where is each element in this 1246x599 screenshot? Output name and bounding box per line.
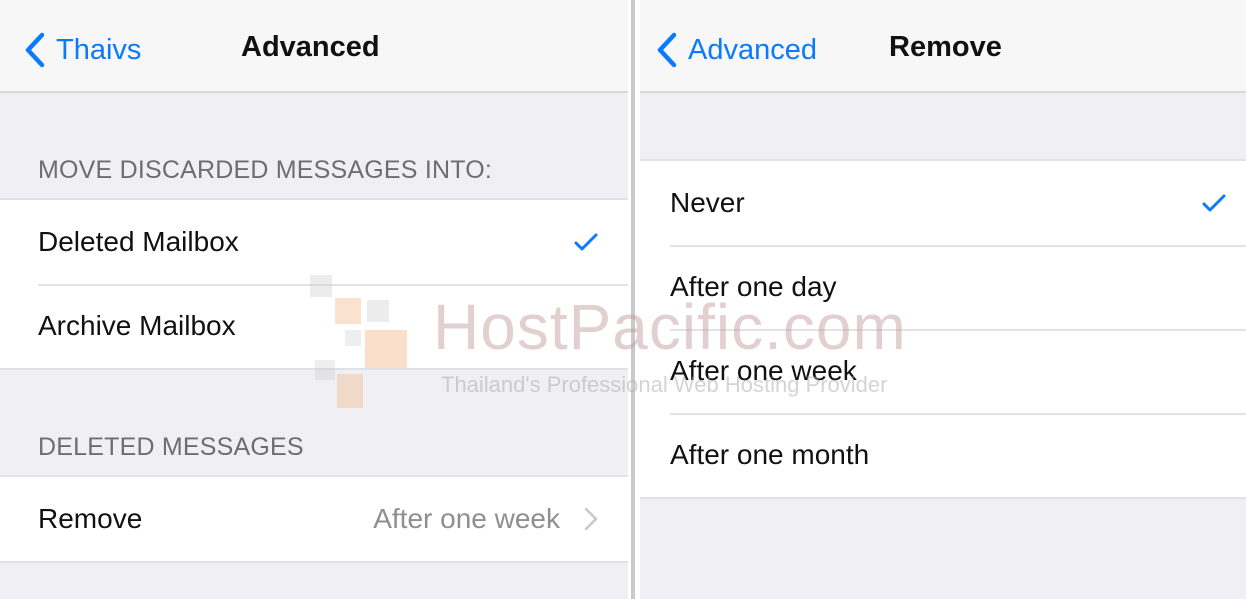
- remove-label: Remove: [38, 503, 143, 534]
- option-deleted-mailbox[interactable]: Deleted Mailbox: [0, 200, 628, 284]
- remove-value: After one week: [373, 503, 560, 534]
- back-button-label: Thaivs: [56, 33, 142, 66]
- remove-options-group: Never After one day After one week After…: [640, 159, 1246, 499]
- page-title: Remove: [889, 31, 1002, 63]
- option-label: After one month: [670, 439, 870, 470]
- option-label: Archive Mailbox: [38, 310, 236, 341]
- option-label: After one day: [670, 271, 837, 302]
- deleted-messages-group: Remove After one week: [0, 475, 628, 563]
- checkmark-icon: [574, 233, 598, 251]
- option-after-one-week[interactable]: After one week: [640, 329, 1246, 413]
- checkmark-icon: [1202, 194, 1226, 212]
- option-label: After one week: [670, 355, 857, 386]
- option-label: Deleted Mailbox: [38, 226, 239, 257]
- back-button-advanced[interactable]: Advanced: [656, 28, 817, 72]
- section-header-move-discarded: MOVE DISCARDED MESSAGES INTO:: [38, 156, 493, 184]
- screen-divider: [628, 0, 640, 599]
- remove-row[interactable]: Remove After one week: [0, 477, 628, 561]
- navigation-bar: Advanced Remove: [640, 0, 1246, 93]
- option-after-one-day[interactable]: After one day: [640, 245, 1246, 329]
- option-never[interactable]: Never: [640, 161, 1246, 245]
- option-label: Never: [670, 187, 745, 218]
- page-title: Advanced: [241, 31, 380, 63]
- navigation-bar: Thaivs Advanced: [0, 0, 628, 93]
- back-button-thaivs[interactable]: Thaivs: [24, 28, 141, 72]
- option-after-one-month[interactable]: After one month: [640, 413, 1246, 497]
- mailbox-options-group: Deleted Mailbox Archive Mailbox: [0, 198, 628, 370]
- back-button-label: Advanced: [688, 33, 817, 66]
- remove-screen: Advanced Remove Never After one day Afte…: [640, 0, 1246, 599]
- chevron-right-icon: [584, 507, 598, 531]
- chevron-left-icon: [25, 32, 45, 68]
- chevron-left-icon: [657, 32, 677, 68]
- section-header-deleted-messages: DELETED MESSAGES: [38, 433, 304, 461]
- option-archive-mailbox[interactable]: Archive Mailbox: [0, 284, 628, 368]
- advanced-screen: Thaivs Advanced MOVE DISCARDED MESSAGES …: [0, 0, 628, 599]
